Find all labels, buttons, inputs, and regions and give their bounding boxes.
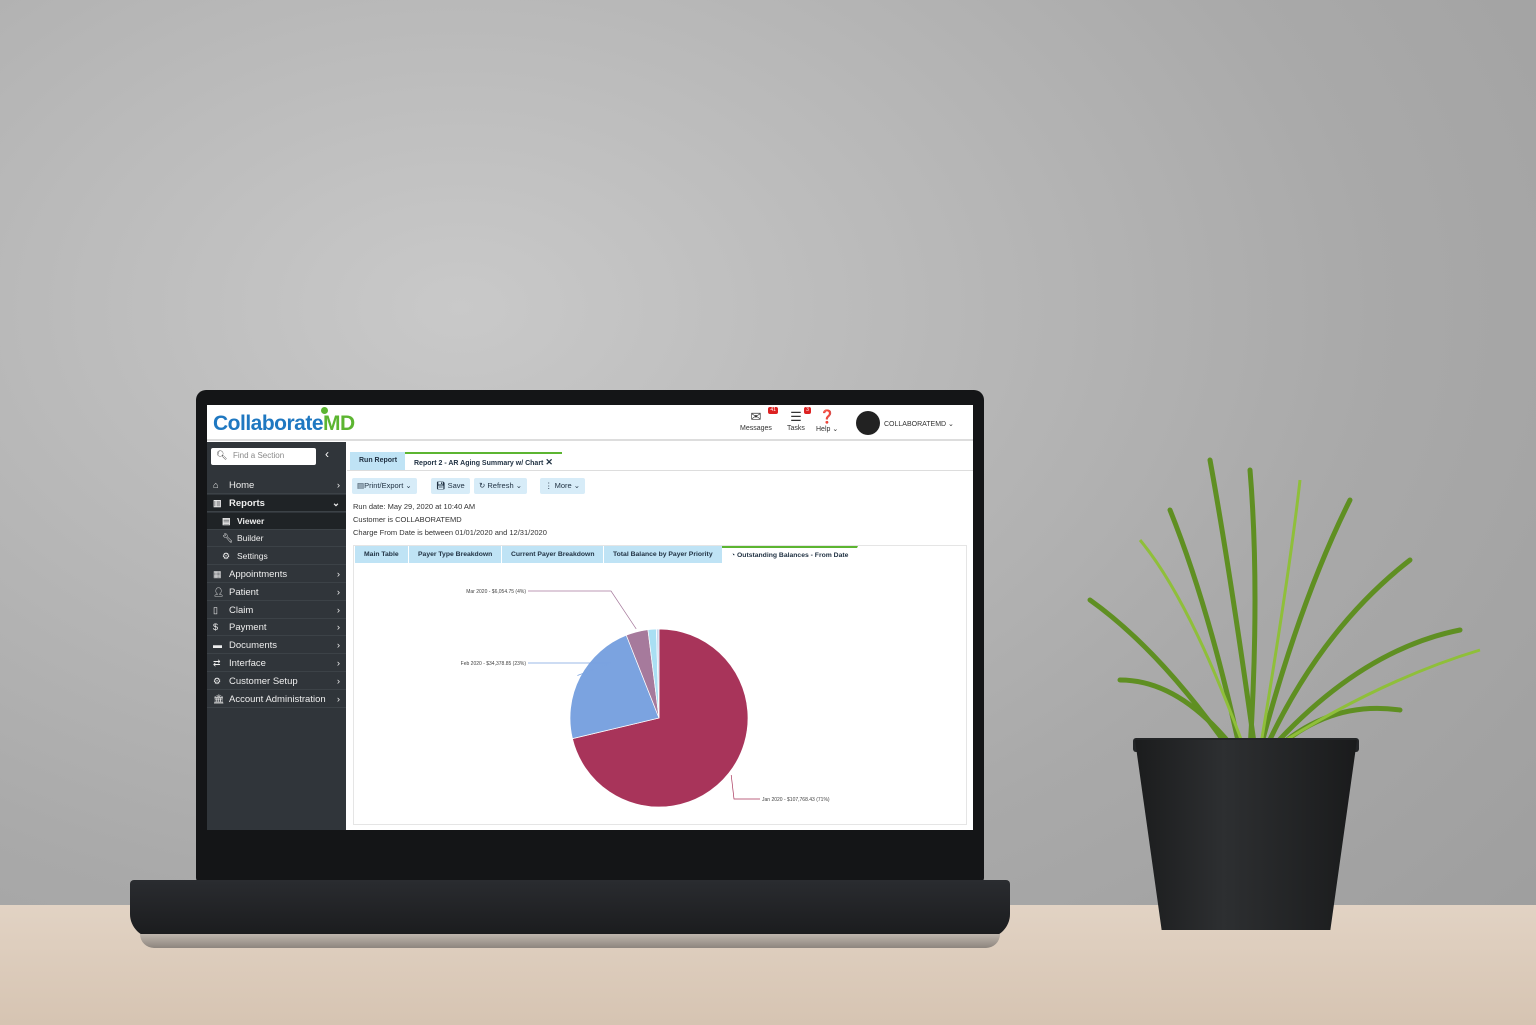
bank-icon: 🏛︎ [213, 693, 225, 704]
pie-label: Feb 2020 - $34,378.85 (23%) [461, 661, 527, 667]
chevron-right-icon: › [336, 586, 340, 598]
wrench-icon: 🔧︎ [222, 533, 234, 544]
sidebar-item-viewer[interactable]: ▤ Viewer [207, 512, 346, 530]
avatar[interactable] [856, 411, 880, 435]
pie-label: Mar 2020 - $6,054.75 (4%) [466, 589, 526, 595]
sidebar-item-reports[interactable]: ▥ Reports ⌄ [207, 494, 346, 512]
question-icon: ❓ [819, 409, 836, 424]
find-section-input[interactable]: 🔍︎ Find a Section [211, 448, 316, 465]
plant-pot [1135, 740, 1357, 930]
chevron-right-icon: › [336, 693, 340, 705]
help-button[interactable]: ❓ Help ⌄ [816, 409, 838, 433]
pie-label: Jan 2020 - $107,768.43 (71%) [762, 797, 830, 803]
sidebar-item-patient[interactable]: 👤︎ Patient › [207, 584, 346, 601]
collapse-sidebar-button[interactable]: ‹ [325, 447, 329, 461]
sidebar-item-home[interactable]: ⌂ Home › [207, 477, 346, 494]
chart-icon: ▥ [213, 497, 222, 508]
folder-icon: ▬ [213, 640, 222, 651]
calendar-icon: ▦ [213, 569, 222, 579]
plant-leaves [1087, 457, 1481, 753]
sidebar-item-appointments[interactable]: ▦ Appointments › [207, 566, 346, 583]
laptop-keyboard [130, 880, 1010, 938]
chevron-down-icon: ⌄ [332, 497, 340, 509]
gears-icon: ⚙ [213, 675, 222, 686]
tasks-icon: ☰ 3 [790, 407, 811, 424]
chevron-right-icon: › [336, 675, 340, 687]
top-header: CollaborateMD ✉ 41 Messages ☰ 3 Tasks ❓ Help … [207, 405, 973, 441]
chevron-right-icon: › [336, 640, 340, 652]
exchange-icon: ⇄ [213, 658, 221, 668]
sidebar-item-account-administration[interactable]: 🏛︎ Account Administration › [207, 691, 346, 708]
laptop-edge [140, 934, 1000, 948]
money-icon: $ [213, 622, 219, 633]
screen: CollaborateMD ✉ 41 Messages ☰ 3 Tasks ❓ Help … [207, 405, 973, 830]
user-menu[interactable]: COLLABORATEMD ⌄ [884, 420, 954, 428]
home-icon: ⌂ [213, 480, 219, 490]
document-icon: ▯ [213, 604, 218, 615]
pie-leader-line [730, 774, 760, 800]
chevron-right-icon: › [336, 569, 340, 580]
logo[interactable]: CollaborateMD [213, 412, 355, 436]
search-icon: 🔍︎ [216, 450, 228, 460]
pie-leader-line [528, 590, 637, 630]
sidebar-item-interface[interactable]: ⇄ Interface › [207, 655, 346, 672]
pie-chart: Jan 2020 - $107,768.43 (71%) Feb 2020 - $… [461, 589, 830, 808]
sidebar: 🔍︎ Find a Section ‹ ⌂ Home › ▥ Reports ⌄ ▤ Viewe… [207, 442, 346, 830]
sidebar-item-documents[interactable]: ▬ Documents › [207, 637, 346, 655]
tasks-button[interactable]: ☰ 3 Tasks [787, 407, 811, 432]
chevron-right-icon: › [336, 480, 340, 491]
sidebar-item-claim[interactable]: ▯ Claim › [207, 602, 346, 619]
chevron-right-icon: › [336, 658, 340, 669]
sidebar-item-settings[interactable]: ⚙ Settings [207, 548, 346, 566]
chevron-right-icon: › [336, 622, 340, 634]
envelope-icon: ✉ 41 [750, 407, 778, 424]
messages-button[interactable]: ✉ 41 Messages [740, 407, 778, 432]
sidebar-item-customer-setup[interactable]: ⚙ Customer Setup › [207, 673, 346, 690]
sidebar-item-payment[interactable]: $ Payment › [207, 619, 346, 637]
chevron-right-icon: › [336, 604, 340, 616]
sidebar-item-builder[interactable]: 🔧︎ Builder [207, 530, 346, 548]
main-content: Run Report Report 2 - AR Aging Summary w… [347, 442, 973, 830]
gear-icon: ⚙ [222, 551, 231, 562]
user-icon: 👤︎ [213, 586, 225, 597]
logo-dot [321, 407, 328, 414]
file-icon: ▤ [222, 515, 231, 526]
